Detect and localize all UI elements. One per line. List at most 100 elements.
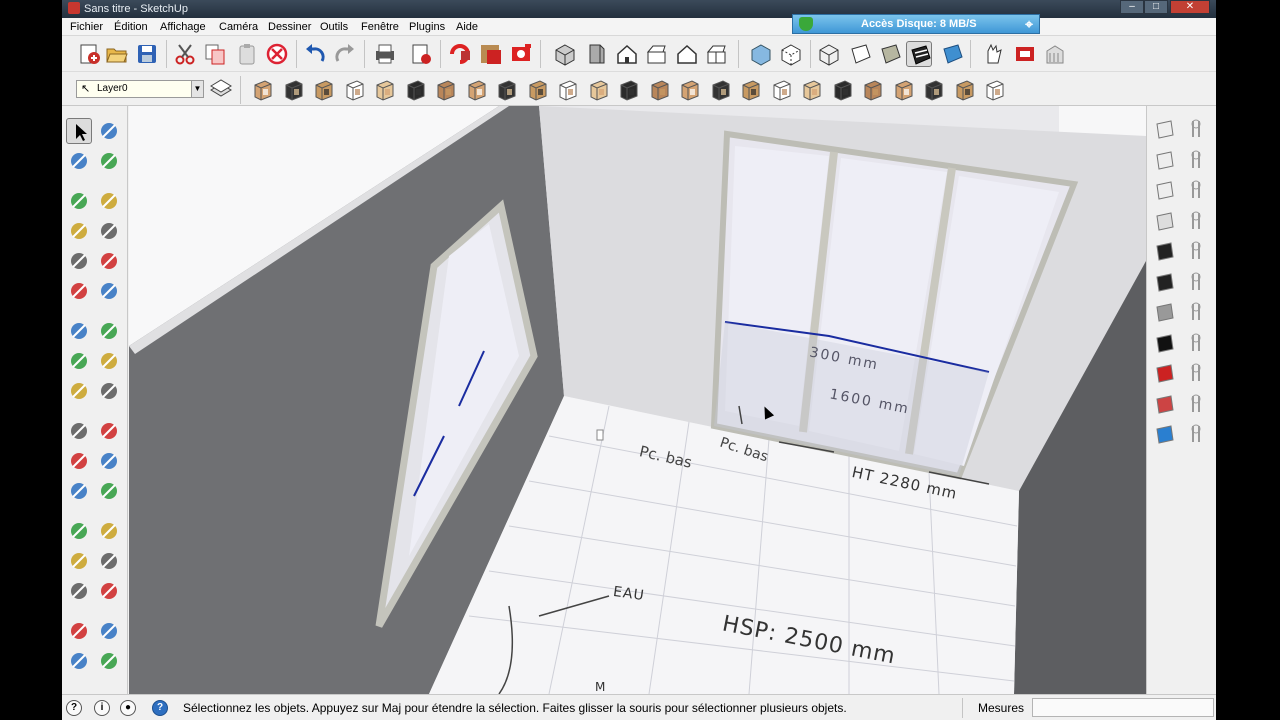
paste-icon[interactable]	[234, 41, 260, 67]
menu-camera[interactable]: Caméra	[219, 21, 258, 33]
model-info-icon[interactable]	[408, 41, 434, 67]
scene-icon[interactable]	[508, 41, 534, 67]
scale-icon[interactable]	[66, 378, 92, 404]
furniture-6-icon[interactable]	[403, 76, 429, 102]
menu-outils[interactable]: Outils	[320, 21, 348, 33]
room-scene[interactable]	[129, 106, 1146, 694]
furniture-17-icon[interactable]	[738, 76, 764, 102]
furniture-10-icon[interactable]	[525, 76, 551, 102]
sandbox-1-icon[interactable]	[1183, 116, 1209, 142]
menu-plugins[interactable]: Plugins	[409, 21, 445, 33]
furniture-15-icon[interactable]	[677, 76, 703, 102]
look-around-icon[interactable]	[96, 618, 122, 644]
furniture-20-icon[interactable]	[830, 76, 856, 102]
rectangle-icon[interactable]	[66, 188, 92, 214]
position-camera-icon[interactable]	[66, 618, 92, 644]
material-icon[interactable]	[478, 41, 504, 67]
furniture-14-icon[interactable]	[647, 76, 673, 102]
furniture-11-icon[interactable]	[555, 76, 581, 102]
furniture-12-icon[interactable]	[586, 76, 612, 102]
sandbox-9-icon[interactable]	[1183, 360, 1209, 386]
furniture-24-icon[interactable]	[952, 76, 978, 102]
panel-7-icon[interactable]	[1151, 299, 1177, 325]
furniture-2-icon[interactable]	[281, 76, 307, 102]
paint-bucket-icon[interactable]	[66, 148, 92, 174]
furniture-18-icon[interactable]	[769, 76, 795, 102]
save-icon[interactable]	[134, 41, 160, 67]
menu-affichage[interactable]: Affichage	[160, 21, 206, 33]
furniture-22-icon[interactable]	[891, 76, 917, 102]
menu-dessiner[interactable]: Dessiner	[268, 21, 311, 33]
component-icon[interactable]	[96, 118, 122, 144]
panel-4-icon[interactable]	[1151, 208, 1177, 234]
pin-icon[interactable]: ⌖	[1025, 16, 1033, 33]
back-edges-icon[interactable]	[778, 41, 804, 67]
zoom-window-icon[interactable]	[96, 548, 122, 574]
furniture-13-icon[interactable]	[616, 76, 642, 102]
furniture-23-icon[interactable]	[921, 76, 947, 102]
3d-text-icon[interactable]	[96, 478, 122, 504]
follow-me-icon[interactable]	[96, 348, 122, 374]
furniture-21-icon[interactable]	[860, 76, 886, 102]
zoom-extents-icon[interactable]	[66, 578, 92, 604]
arc-icon[interactable]	[96, 248, 122, 274]
minimize-button[interactable]: –	[1120, 0, 1144, 14]
select-icon[interactable]	[66, 118, 92, 144]
panel-8-icon[interactable]	[1151, 330, 1177, 356]
front-view-icon[interactable]	[614, 41, 640, 67]
furniture-9-icon[interactable]	[494, 76, 520, 102]
undo-icon[interactable]	[302, 41, 328, 67]
section-plane-icon[interactable]	[96, 648, 122, 674]
furniture-16-icon[interactable]	[708, 76, 734, 102]
redo-icon[interactable]	[332, 41, 358, 67]
panel-2-icon[interactable]	[1151, 147, 1177, 173]
close-button[interactable]: ✕	[1170, 0, 1210, 14]
extension-icon[interactable]	[1012, 41, 1038, 67]
menu-fenetre[interactable]: Fenêtre	[361, 21, 399, 33]
pie-icon[interactable]	[66, 278, 92, 304]
measures-input[interactable]	[1032, 698, 1214, 717]
credits-icon[interactable]: i	[94, 700, 110, 716]
sandbox-7-icon[interactable]	[1183, 299, 1209, 325]
sandbox-8-icon[interactable]	[1183, 330, 1209, 356]
top-view-icon[interactable]	[584, 41, 610, 67]
geo-location-icon[interactable]: ?	[66, 700, 82, 716]
menu-aide[interactable]: Aide	[456, 21, 478, 33]
move-icon[interactable]	[66, 318, 92, 344]
cut-icon[interactable]	[172, 41, 198, 67]
panel-10-icon[interactable]	[1151, 391, 1177, 417]
furniture-3-icon[interactable]	[311, 76, 337, 102]
sandbox-4-icon[interactable]	[1183, 208, 1209, 234]
copy-icon[interactable]	[202, 41, 228, 67]
sign-in-icon[interactable]: ●	[120, 700, 136, 716]
xray-icon[interactable]	[748, 41, 774, 67]
rotate-icon[interactable]	[66, 348, 92, 374]
monochrome-icon[interactable]	[938, 41, 964, 67]
shaded-icon[interactable]	[876, 41, 902, 67]
component-options-icon[interactable]	[448, 41, 474, 67]
arc2-icon[interactable]	[96, 278, 122, 304]
sandbox-6-icon[interactable]	[1183, 269, 1209, 295]
layer-select[interactable]: ↖ Layer0 ▼	[76, 80, 204, 98]
furniture-19-icon[interactable]	[799, 76, 825, 102]
furniture-5-icon[interactable]	[372, 76, 398, 102]
protractor-icon[interactable]	[66, 448, 92, 474]
new-model-icon[interactable]	[76, 41, 102, 67]
furniture-1-icon[interactable]	[250, 76, 276, 102]
layer-manager-icon[interactable]	[208, 76, 234, 102]
print-icon[interactable]	[372, 41, 398, 67]
menu-edition[interactable]: Édition	[114, 21, 148, 33]
3d-viewport[interactable]: 300 mm 1600 mm Pc. bas Pc. bas HT 2280 m…	[129, 106, 1146, 694]
walk-icon[interactable]	[980, 41, 1006, 67]
orbit-icon[interactable]	[66, 518, 92, 544]
back-view-icon[interactable]	[674, 41, 700, 67]
furniture-8-icon[interactable]	[464, 76, 490, 102]
sandbox-2-icon[interactable]	[1183, 147, 1209, 173]
panel-5-icon[interactable]	[1151, 238, 1177, 264]
right-view-icon[interactable]	[644, 41, 670, 67]
panel-11-icon[interactable]	[1151, 421, 1177, 447]
sandbox-3-icon[interactable]	[1183, 177, 1209, 203]
furniture-4-icon[interactable]	[342, 76, 368, 102]
offset-icon[interactable]	[96, 378, 122, 404]
sandbox-10-icon[interactable]	[1183, 391, 1209, 417]
